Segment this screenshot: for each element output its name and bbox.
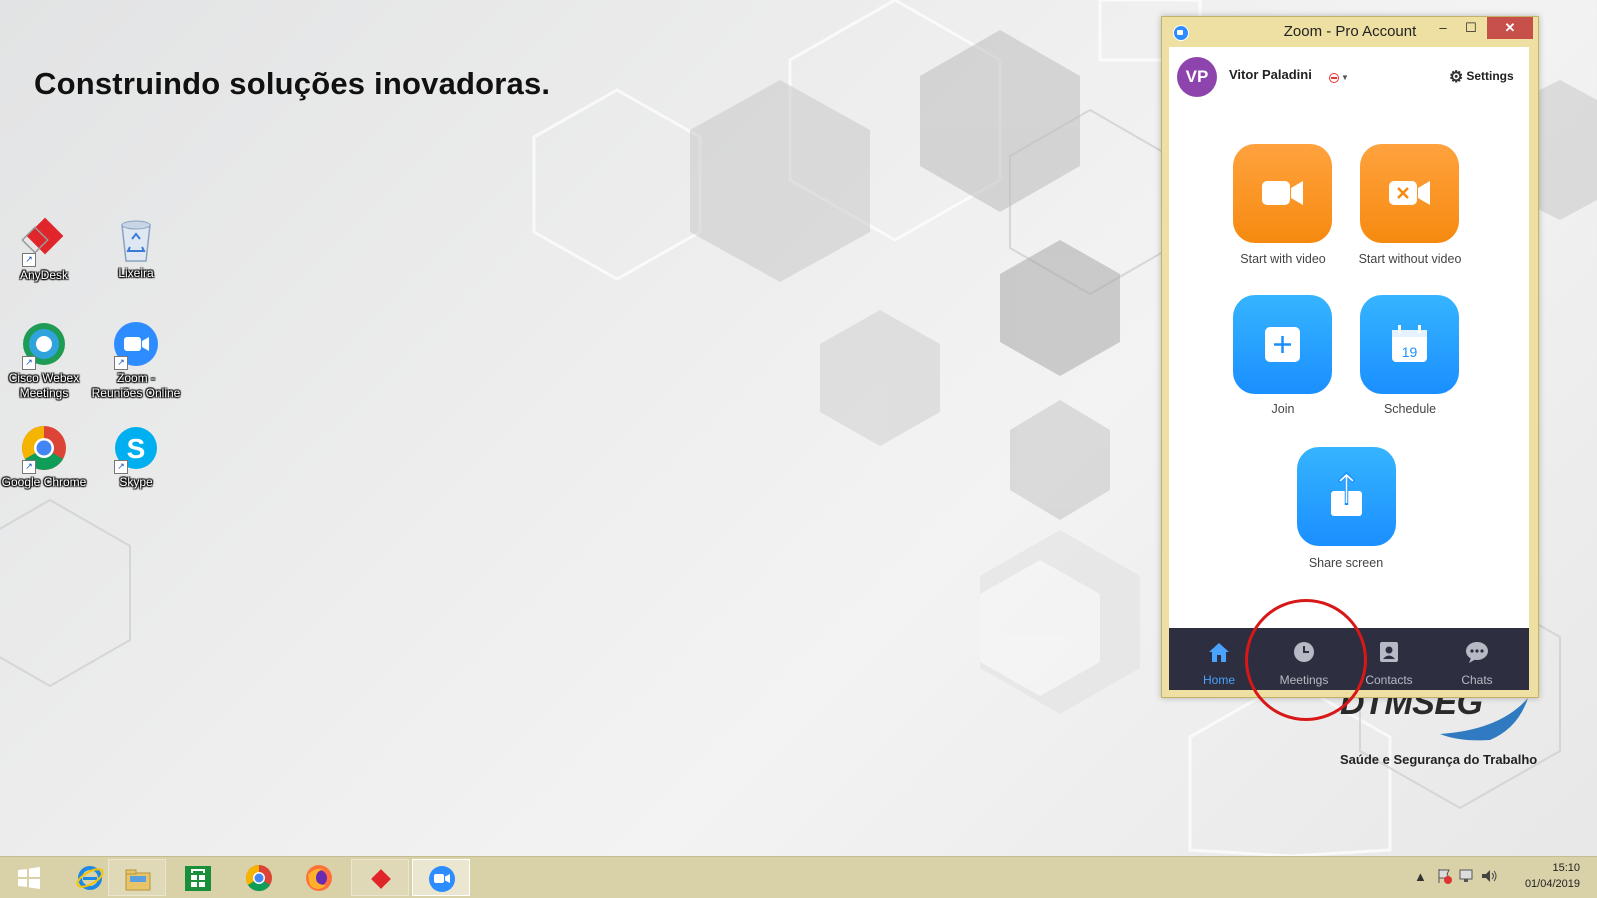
volume-icon[interactable]	[1480, 868, 1498, 884]
settings-label: Settings	[1466, 69, 1514, 84]
brand-swoosh	[1440, 698, 1528, 741]
avatar[interactable]: VP	[1177, 57, 1217, 97]
video-off-icon	[1389, 181, 1430, 205]
share-upload-icon	[1331, 471, 1362, 516]
zoom-icon: ↗	[112, 320, 160, 370]
zoom-titlebar[interactable]: Zoom - Pro Account – ☐ ✕	[1162, 17, 1538, 47]
brand-tagline: Saúde e Segurança do Trabalho	[1340, 752, 1538, 767]
anydesk-icon	[371, 869, 391, 889]
chrome-icon: ↗	[20, 424, 68, 474]
home-icon	[1209, 643, 1229, 662]
start-with-video-button[interactable]	[1233, 144, 1332, 243]
share-screen-label: Share screen	[1308, 556, 1384, 570]
zoom-home-panel: VP Vitor Paladini ▼ ⚙ Settings Start with…	[1169, 47, 1529, 690]
chevron-down-icon: ▼	[1341, 73, 1349, 83]
desktop-icon-skype[interactable]: S ↗ Skype	[90, 424, 182, 490]
desktop-icon-recycle-bin[interactable]: Lixeira	[90, 215, 182, 281]
taskbar-file-explorer[interactable]	[108, 859, 166, 896]
chrome-icon	[245, 864, 272, 892]
clock[interactable]: 15:10 01/04/2019	[1520, 860, 1580, 892]
contacts-icon	[1380, 642, 1398, 662]
nav-chats-label: Chats	[1461, 673, 1493, 687]
store-icon	[185, 866, 211, 891]
close-button[interactable]: ✕	[1487, 17, 1533, 39]
desktop-icon-webex[interactable]: ↗ Cisco Webex Meetings	[0, 320, 90, 401]
taskbar-chrome[interactable]	[230, 859, 288, 896]
minimize-button[interactable]: –	[1430, 17, 1456, 39]
desktop-icon-label: Google Chrome	[1, 475, 87, 489]
join-button[interactable]	[1233, 295, 1332, 394]
start-button[interactable]	[0, 859, 58, 896]
desktop-icon-label: Lixeira	[118, 266, 154, 280]
start-icon	[18, 867, 40, 889]
start-without-video-button[interactable]	[1360, 144, 1459, 243]
clock-date: 01/04/2019	[1524, 878, 1580, 890]
status-dropdown[interactable]: ▼	[1329, 69, 1349, 87]
desktop-icon-anydesk[interactable]: ↗ AnyDesk	[0, 217, 90, 283]
start-without-video-label: Start without video	[1358, 252, 1462, 266]
file-explorer-icon	[125, 869, 151, 891]
taskbar: ▲ 15:10 01/04/2019	[0, 856, 1597, 898]
recycle-bin-icon	[112, 215, 160, 263]
nav-chats[interactable]: Chats	[1432, 628, 1522, 690]
taskbar-zoom[interactable]	[412, 859, 470, 896]
calendar-icon: 19	[1392, 325, 1427, 362]
calendar-day: 19	[1402, 344, 1418, 360]
firefox-icon	[306, 865, 332, 891]
clock-time: 15:10	[1552, 862, 1580, 874]
video-camera-icon	[1262, 181, 1303, 205]
svg-text:S: S	[127, 433, 146, 464]
action-center-flag-icon[interactable]	[1436, 868, 1452, 884]
zoom-icon	[429, 866, 455, 892]
schedule-button[interactable]: 19	[1360, 295, 1459, 394]
taskbar-anydesk[interactable]	[351, 859, 409, 896]
webex-icon: ↗	[20, 320, 68, 370]
taskbar-store[interactable]	[169, 859, 227, 896]
desktop-icon-label: Cisco Webex Meetings	[8, 371, 80, 400]
anydesk-icon: ↗	[20, 217, 68, 267]
skype-icon: S ↗	[112, 424, 160, 474]
desktop-icon-zoom[interactable]: ↗ Zoom - Reuniões Online	[90, 320, 182, 401]
desktop-icon-label: Zoom - Reuniões Online	[91, 371, 181, 400]
gear-icon: ⚙	[1449, 69, 1464, 86]
desktop-icon-label: AnyDesk	[19, 268, 69, 282]
desktop-icon-chrome[interactable]: ↗ Google Chrome	[0, 424, 90, 490]
zoom-window: Zoom - Pro Account – ☐ ✕ VP Vitor Paladi…	[1161, 16, 1539, 698]
busy-status-icon	[1329, 72, 1339, 83]
desktop-headline: Construindo soluções inovadoras.	[34, 66, 551, 101]
maximize-button[interactable]: ☐	[1458, 17, 1484, 39]
share-screen-button[interactable]	[1297, 447, 1396, 546]
network-icon[interactable]	[1458, 868, 1476, 884]
internet-explorer-icon	[76, 866, 104, 890]
taskbar-firefox[interactable]	[290, 859, 348, 896]
desktop-icon-label: Skype	[119, 475, 153, 489]
chat-bubble-icon	[1466, 642, 1488, 663]
schedule-label: Schedule	[1383, 402, 1437, 416]
highlight-circle	[1245, 599, 1367, 721]
user-name: Vitor Paladini	[1229, 67, 1312, 82]
show-hidden-icons-button[interactable]: ▲	[1414, 869, 1427, 884]
plus-icon	[1265, 327, 1300, 362]
settings-button[interactable]: ⚙ Settings	[1449, 67, 1514, 87]
